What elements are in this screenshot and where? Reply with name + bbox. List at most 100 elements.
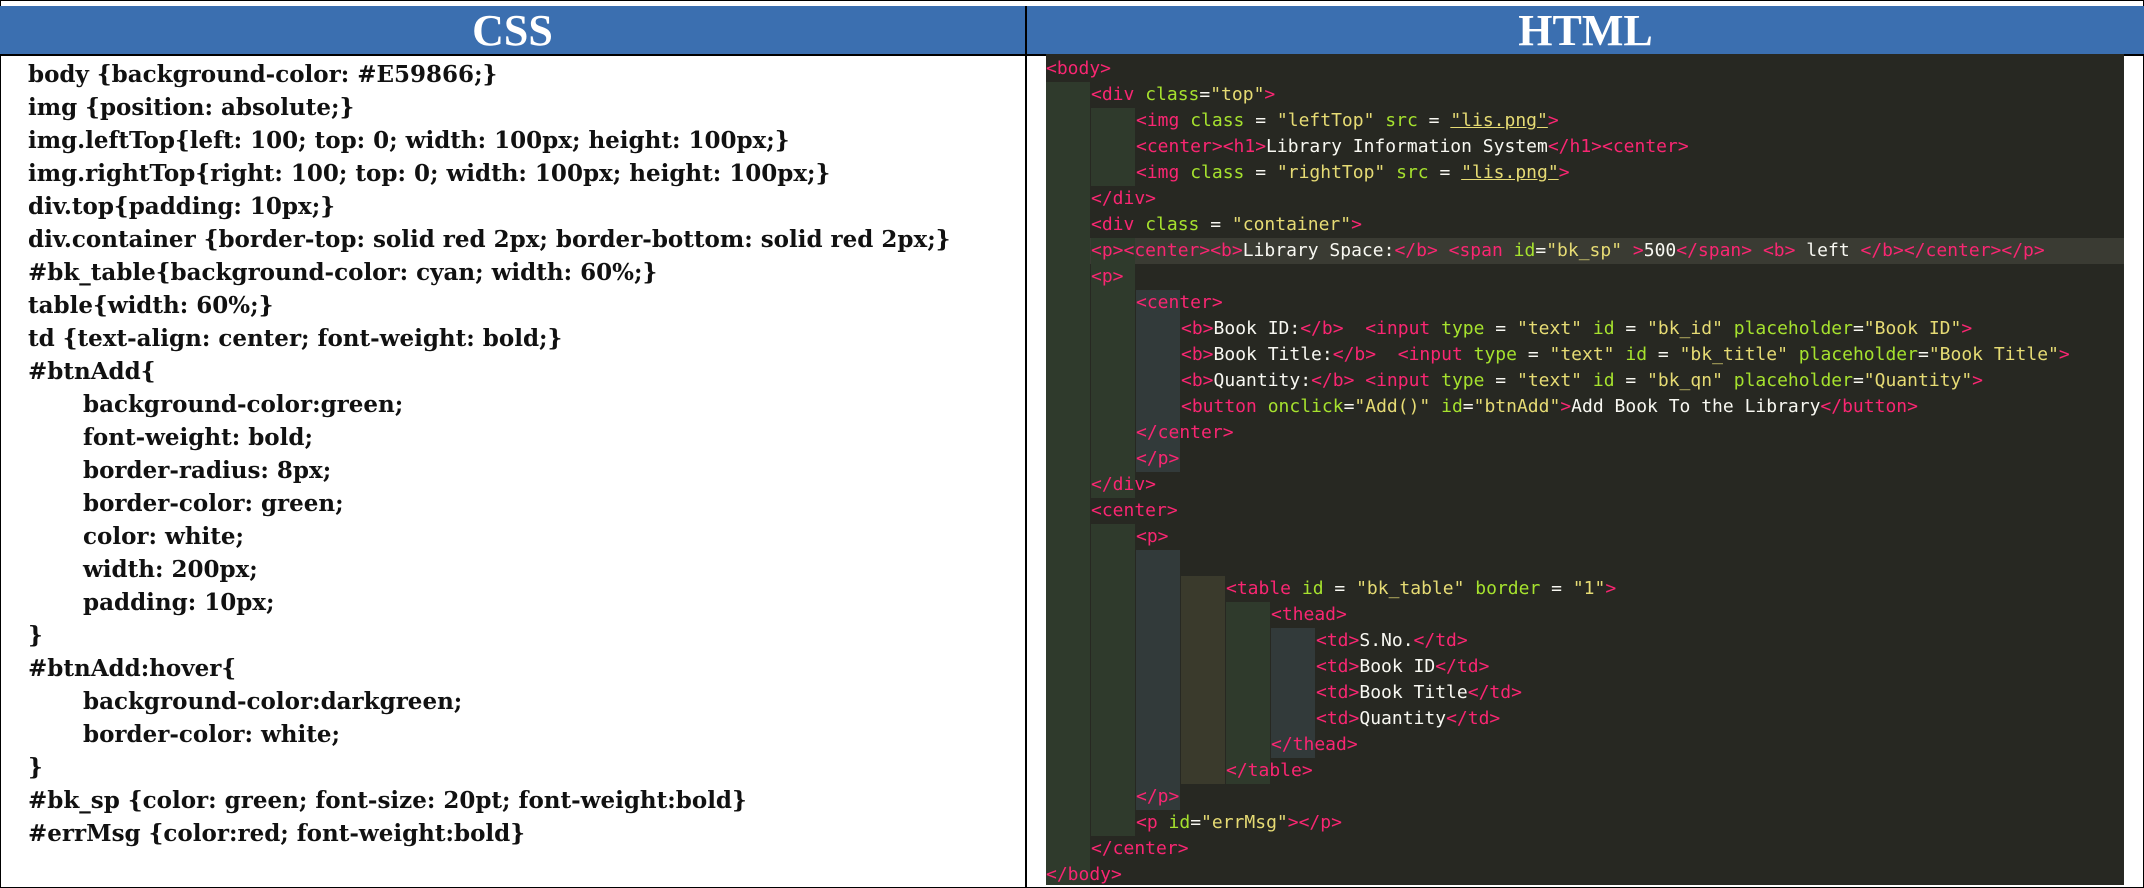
code-token: = — [1323, 578, 1357, 599]
html-code-line: <center><h1>Library Information System</… — [1136, 134, 1689, 160]
css-header: CSS — [0, 6, 1027, 55]
html-code-line: </div> — [1091, 186, 1156, 212]
html-code-line: <td>Book ID</td> — [1316, 654, 1489, 680]
css-code-line: background-color:green; — [83, 391, 404, 418]
html-code-line: <img class = "leftTop" src = "lis.png"> — [1136, 108, 1559, 134]
code-token: "text" — [1549, 344, 1615, 365]
html-code-line: <td>Book Title</td> — [1316, 680, 1522, 706]
code-token: "rightTop" — [1276, 162, 1386, 183]
indent-guide — [1226, 602, 1270, 784]
code-token: = — [1614, 318, 1648, 339]
code-token: </div> — [1091, 474, 1157, 495]
code-token: id — [1614, 344, 1648, 365]
code-token: <center> — [1136, 292, 1223, 313]
code-token: > — [1558, 162, 1570, 183]
code-token: = — [1484, 370, 1517, 391]
code-token: id — [1582, 318, 1615, 339]
code-token: "Quantity" — [1863, 370, 1973, 391]
code-token: Quantity: — [1213, 370, 1312, 391]
css-code-line: div.top{padding: 10px;} — [28, 193, 335, 220]
code-token: "lis.png" — [1461, 162, 1559, 183]
code-token: > — [1622, 240, 1644, 261]
code-token: <td> — [1316, 630, 1360, 651]
css-code-line: table{width: 60%;} — [28, 292, 274, 319]
code-token: class — [1145, 84, 1200, 105]
css-code-line: border-color: white; — [83, 721, 340, 748]
code-token: <td> — [1316, 708, 1360, 729]
code-token: = — [1428, 162, 1462, 183]
code-token: </p> — [1136, 448, 1180, 469]
code-token: </b></center></p> — [1860, 240, 2045, 261]
html-code-line: </center> — [1091, 836, 1189, 862]
code-token: Book ID: — [1213, 318, 1301, 339]
code-token: "btnAdd" — [1473, 396, 1561, 417]
code-token: "Book ID" — [1863, 318, 1962, 339]
code-token: = — [1614, 370, 1648, 391]
code-token: "Add()" — [1354, 396, 1431, 417]
code-token: <p> — [1091, 266, 1124, 287]
code-token: <p> — [1136, 526, 1169, 547]
code-token: <b> — [1181, 344, 1214, 365]
code-token: Quantity — [1359, 708, 1447, 729]
code-token: "text" — [1516, 370, 1583, 391]
code-token: </center> — [1091, 838, 1189, 859]
html-code-line: </table> — [1226, 758, 1313, 784]
code-token: "bk_title" — [1679, 344, 1788, 365]
code-token: <img — [1136, 162, 1191, 183]
code-token: class — [1145, 214, 1200, 235]
code-token: "bk_id" — [1647, 318, 1723, 339]
code-token: S.No. — [1359, 630, 1414, 651]
code-token: src — [1385, 162, 1429, 183]
html-code-line: <button onclick="Add()" id="btnAdd">Add … — [1181, 394, 1918, 420]
code-token: > — [1264, 84, 1276, 105]
indent-guide — [1091, 108, 1135, 186]
code-token: <thead> — [1271, 604, 1347, 625]
code-token: "text" — [1516, 318, 1583, 339]
code-token: id — [1430, 396, 1463, 417]
css-code-line: padding: 10px; — [83, 589, 275, 616]
html-code-line: <p><center><b>Library Space:</b> <span i… — [1091, 238, 2045, 264]
code-token: id — [1168, 812, 1191, 833]
code-token: </td> — [1446, 708, 1501, 729]
code-token: "Book Title" — [1928, 344, 2059, 365]
html-code-editor: <body> <div class="top"> <img class = "lef… — [1046, 54, 2124, 885]
css-code-line: #btnAdd:hover{ — [28, 655, 237, 682]
css-code-line: div.container {border-top: solid red 2px… — [28, 226, 951, 253]
code-token: </b> <input — [1300, 318, 1442, 339]
code-token: = — [1244, 110, 1277, 131]
html-header: HTML — [1027, 6, 2144, 55]
code-token: border — [1464, 578, 1541, 599]
code-token: "bk_table" — [1356, 578, 1465, 599]
code-token: <p><center><b> — [1091, 240, 1243, 261]
css-code-line: background-color:darkgreen; — [83, 688, 463, 715]
css-code-line: #bk_table{background-color: cyan; width:… — [28, 259, 658, 286]
code-token: <div — [1091, 214, 1146, 235]
html-code-line: <p> — [1136, 524, 1169, 550]
css-code-line: border-color: green; — [83, 490, 344, 517]
code-token: <div — [1091, 84, 1146, 105]
code-token: left — [1795, 240, 1861, 261]
code-token: = — [1540, 578, 1573, 599]
css-code-line: img.rightTop{right: 100; top: 0; width: … — [28, 160, 831, 187]
code-token: type — [1441, 370, 1485, 391]
code-token: Library Space: — [1242, 240, 1395, 261]
code-token: type — [1441, 318, 1485, 339]
code-token: placeholder — [1722, 370, 1853, 391]
html-code-line: <b>Quantity:</b> <input type = "text" id… — [1181, 368, 1983, 394]
code-token: "1" — [1572, 578, 1606, 599]
code-token: </div> — [1091, 188, 1157, 209]
code-token: > — [1972, 370, 1984, 391]
code-token: </td> — [1413, 630, 1468, 651]
code-token: <b> — [1181, 318, 1214, 339]
code-token: id — [1582, 370, 1615, 391]
code-token: <img — [1136, 110, 1191, 131]
code-token: type — [1473, 344, 1517, 365]
html-code-line: <img class = "rightTop" src = "lis.png"> — [1136, 160, 1570, 186]
html-code-line: <table id = "bk_table" border = "1"> — [1226, 576, 1616, 602]
code-token: = — [1199, 84, 1211, 105]
code-token: placeholder — [1722, 318, 1853, 339]
css-code-line: #errMsg {color:red; font-weight:bold} — [28, 820, 526, 847]
css-code-line: body {background-color: #E59866;} — [28, 61, 498, 88]
html-code-line: <center> — [1136, 290, 1223, 316]
code-token: = — [1852, 318, 1864, 339]
